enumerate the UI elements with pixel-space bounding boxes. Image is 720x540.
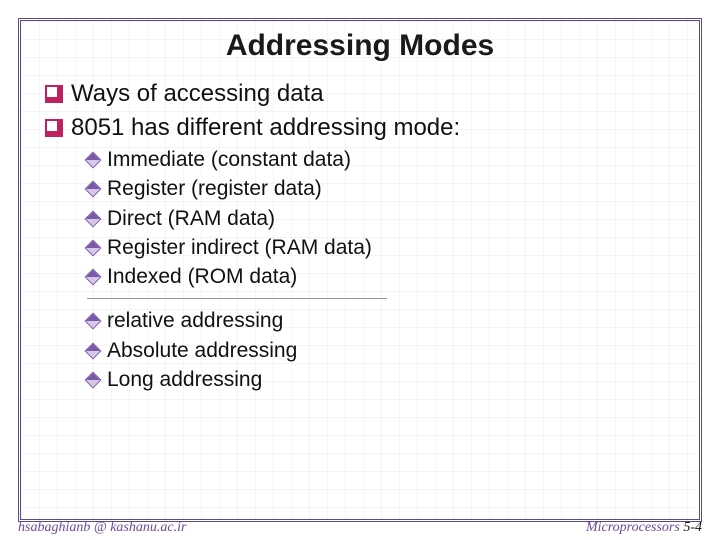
diamond-bullet-icon <box>85 371 102 388</box>
footer-page-number: 5-4 <box>683 520 702 535</box>
sub-bullet-text: Direct (RAM data) <box>107 206 275 232</box>
diamond-bullet-icon <box>85 210 102 227</box>
diamond-bullet-icon <box>85 181 102 198</box>
diamond-bullet-icon <box>85 152 102 169</box>
square-bullet-icon <box>45 119 63 137</box>
sub-bullet-text: relative addressing <box>107 308 283 334</box>
sub-bullet-text: Long addressing <box>107 367 262 393</box>
sub-bullet-text: Indexed (ROM data) <box>107 264 297 290</box>
sub-bullet-item: Immediate (constant data) <box>87 147 675 173</box>
slide-content: Ways of accessing data 8051 has differen… <box>21 69 699 393</box>
slide-footer: hsabaghianb @ kashanu.ac.ir Microprocess… <box>18 520 702 536</box>
sub-bullet-text: Immediate (constant data) <box>107 147 351 173</box>
sub-bullet-item: Absolute addressing <box>87 338 675 364</box>
diamond-bullet-icon <box>85 342 102 359</box>
sub-bullet-item: Direct (RAM data) <box>87 206 675 232</box>
diamond-bullet-icon <box>85 269 102 286</box>
sub-bullet-text: Register indirect (RAM data) <box>107 235 372 261</box>
footer-course-label: Microprocessors <box>586 520 683 535</box>
sub-bullet-item: Indexed (ROM data) <box>87 264 675 290</box>
sub-bullet-item: Long addressing <box>87 367 675 393</box>
sub-bullet-text: Register (register data) <box>107 176 322 202</box>
sub-bullet-item: Register indirect (RAM data) <box>87 235 675 261</box>
sub-bullet-group: Immediate (constant data) Register (regi… <box>45 147 675 290</box>
bullet-text: Ways of accessing data <box>71 79 324 109</box>
diamond-bullet-icon <box>85 313 102 330</box>
separator-line <box>87 298 387 300</box>
diamond-bullet-icon <box>85 239 102 256</box>
bullet-item: 8051 has different addressing mode: <box>45 113 675 143</box>
sub-bullet-item: Register (register data) <box>87 176 675 202</box>
sub-bullet-text: Absolute addressing <box>107 338 297 364</box>
slide-frame: Addressing Modes Ways of accessing data … <box>18 18 702 522</box>
footer-author: hsabaghianb @ kashanu.ac.ir <box>18 520 186 536</box>
bullet-item: Ways of accessing data <box>45 79 675 109</box>
footer-page: Microprocessors 5-4 <box>586 520 702 536</box>
sub-bullet-group: relative addressing Absolute addressing … <box>45 308 675 393</box>
square-bullet-icon <box>45 85 63 103</box>
sub-bullet-item: relative addressing <box>87 308 675 334</box>
bullet-text: 8051 has different addressing mode: <box>71 113 460 143</box>
slide: Addressing Modes Ways of accessing data … <box>0 0 720 540</box>
slide-title: Addressing Modes <box>21 21 699 69</box>
